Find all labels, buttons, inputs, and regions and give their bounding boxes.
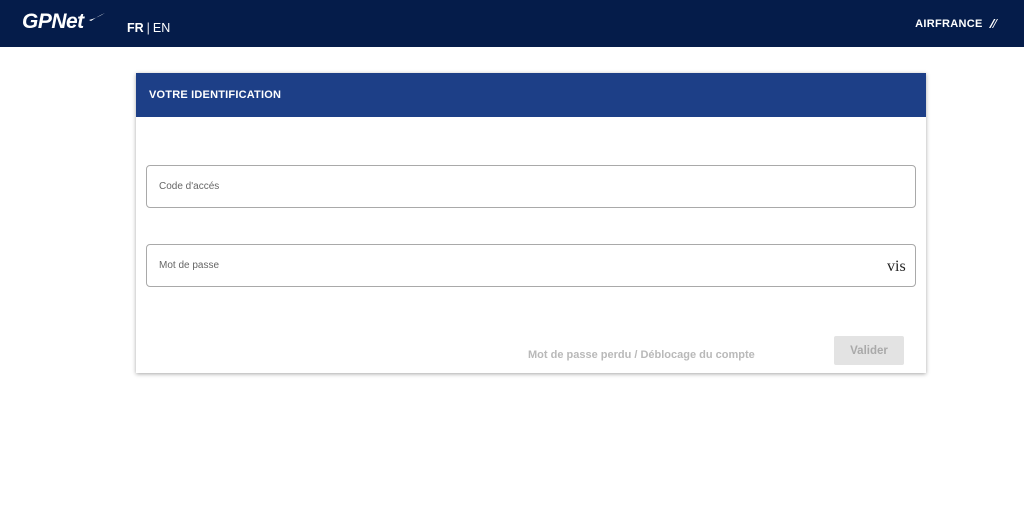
visibility-icon[interactable]: visibility <box>887 258 906 276</box>
login-title: VOTRE IDENTIFICATION <box>149 89 282 101</box>
login-card-header: VOTRE IDENTIFICATION <box>136 73 926 117</box>
validate-button[interactable]: Valider <box>834 336 904 365</box>
language-switcher: FR | EN <box>127 21 170 35</box>
password-input[interactable] <box>159 245 879 286</box>
lang-en-link[interactable]: EN <box>153 21 170 35</box>
lang-fr-link[interactable]: FR <box>127 21 144 35</box>
login-card: VOTRE IDENTIFICATION visibility Mot de p… <box>136 73 926 373</box>
top-bar: GPNet FR | EN AIRFRANCE <box>0 0 1024 47</box>
lang-separator: | <box>146 21 150 35</box>
airfrance-logo-text: AIRFRANCE <box>915 18 983 30</box>
gpnet-logo[interactable]: GPNet <box>22 10 84 34</box>
access-code-field[interactable] <box>146 165 916 208</box>
swoosh-icon <box>89 13 105 21</box>
lost-password-link[interactable]: Mot de passe perdu / Déblocage du compte <box>528 349 755 361</box>
password-field[interactable]: visibility <box>146 244 916 287</box>
access-code-input[interactable] <box>159 166 879 207</box>
airfrance-stripe-icon <box>989 19 998 28</box>
airfrance-logo: AIRFRANCE <box>915 18 998 30</box>
